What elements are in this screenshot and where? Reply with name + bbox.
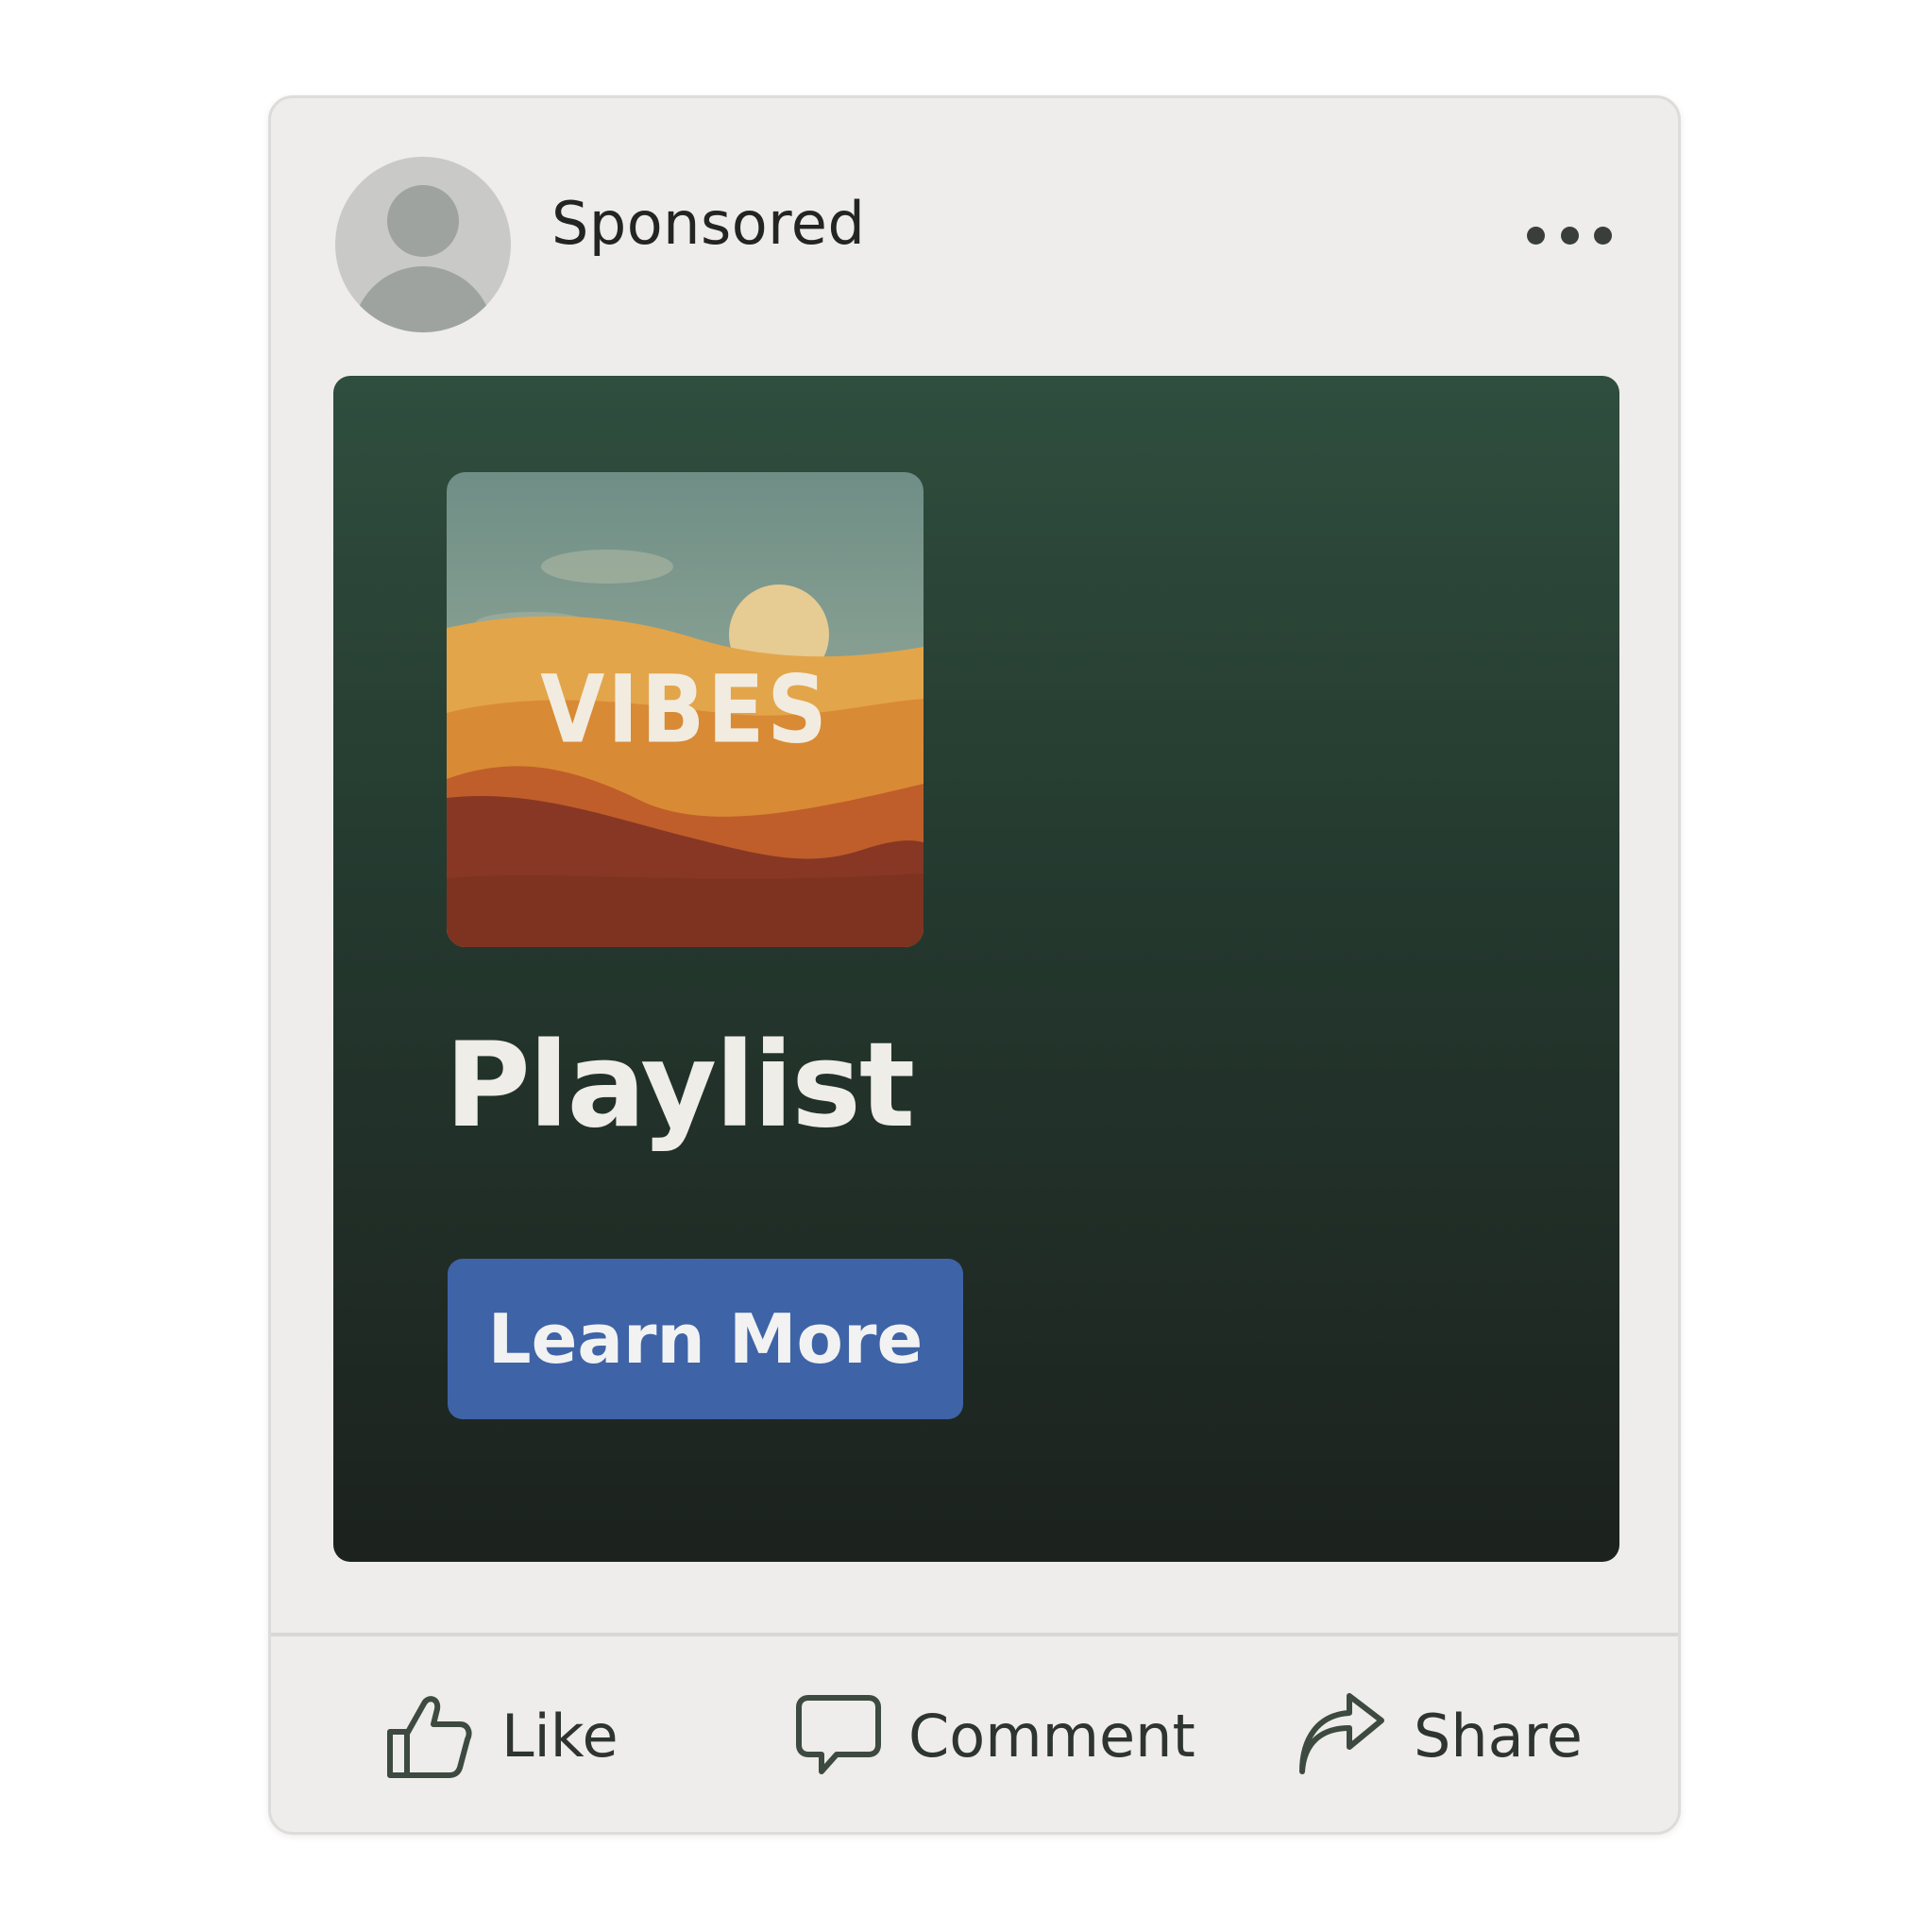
share-button[interactable]: Share [1296, 1637, 1583, 1834]
divider [271, 1633, 1678, 1636]
avatar-body-shape [352, 266, 494, 332]
more-options-icon[interactable] [1527, 221, 1612, 249]
more-dot [1527, 226, 1545, 245]
sponsored-post-card: Sponsored VIBES Playlist Learn More Like… [268, 95, 1681, 1835]
learn-more-button[interactable]: Learn More [448, 1259, 963, 1419]
thumbs-up-icon [387, 1696, 472, 1778]
comment-label: Comment [908, 1701, 1195, 1771]
ad-headline: Playlist [445, 1018, 915, 1154]
post-actions-bar: Like Comment Share [271, 1637, 1678, 1834]
more-dot [1594, 226, 1612, 245]
avatar-head-shape [387, 185, 459, 257]
share-label: Share [1414, 1701, 1583, 1771]
like-label: Like [501, 1701, 619, 1771]
cover-title: VIBES [540, 654, 830, 765]
sponsored-label: Sponsored [551, 189, 866, 258]
ad-media[interactable]: VIBES Playlist Learn More [333, 376, 1619, 1562]
share-arrow-icon [1299, 1693, 1384, 1774]
more-dot [1560, 226, 1579, 245]
like-button[interactable]: Like [384, 1637, 619, 1834]
comment-button[interactable]: Comment [795, 1637, 1195, 1834]
avatar[interactable] [335, 157, 511, 332]
playlist-cover-art: VIBES [447, 472, 924, 947]
speech-bubble-icon [796, 1695, 881, 1774]
